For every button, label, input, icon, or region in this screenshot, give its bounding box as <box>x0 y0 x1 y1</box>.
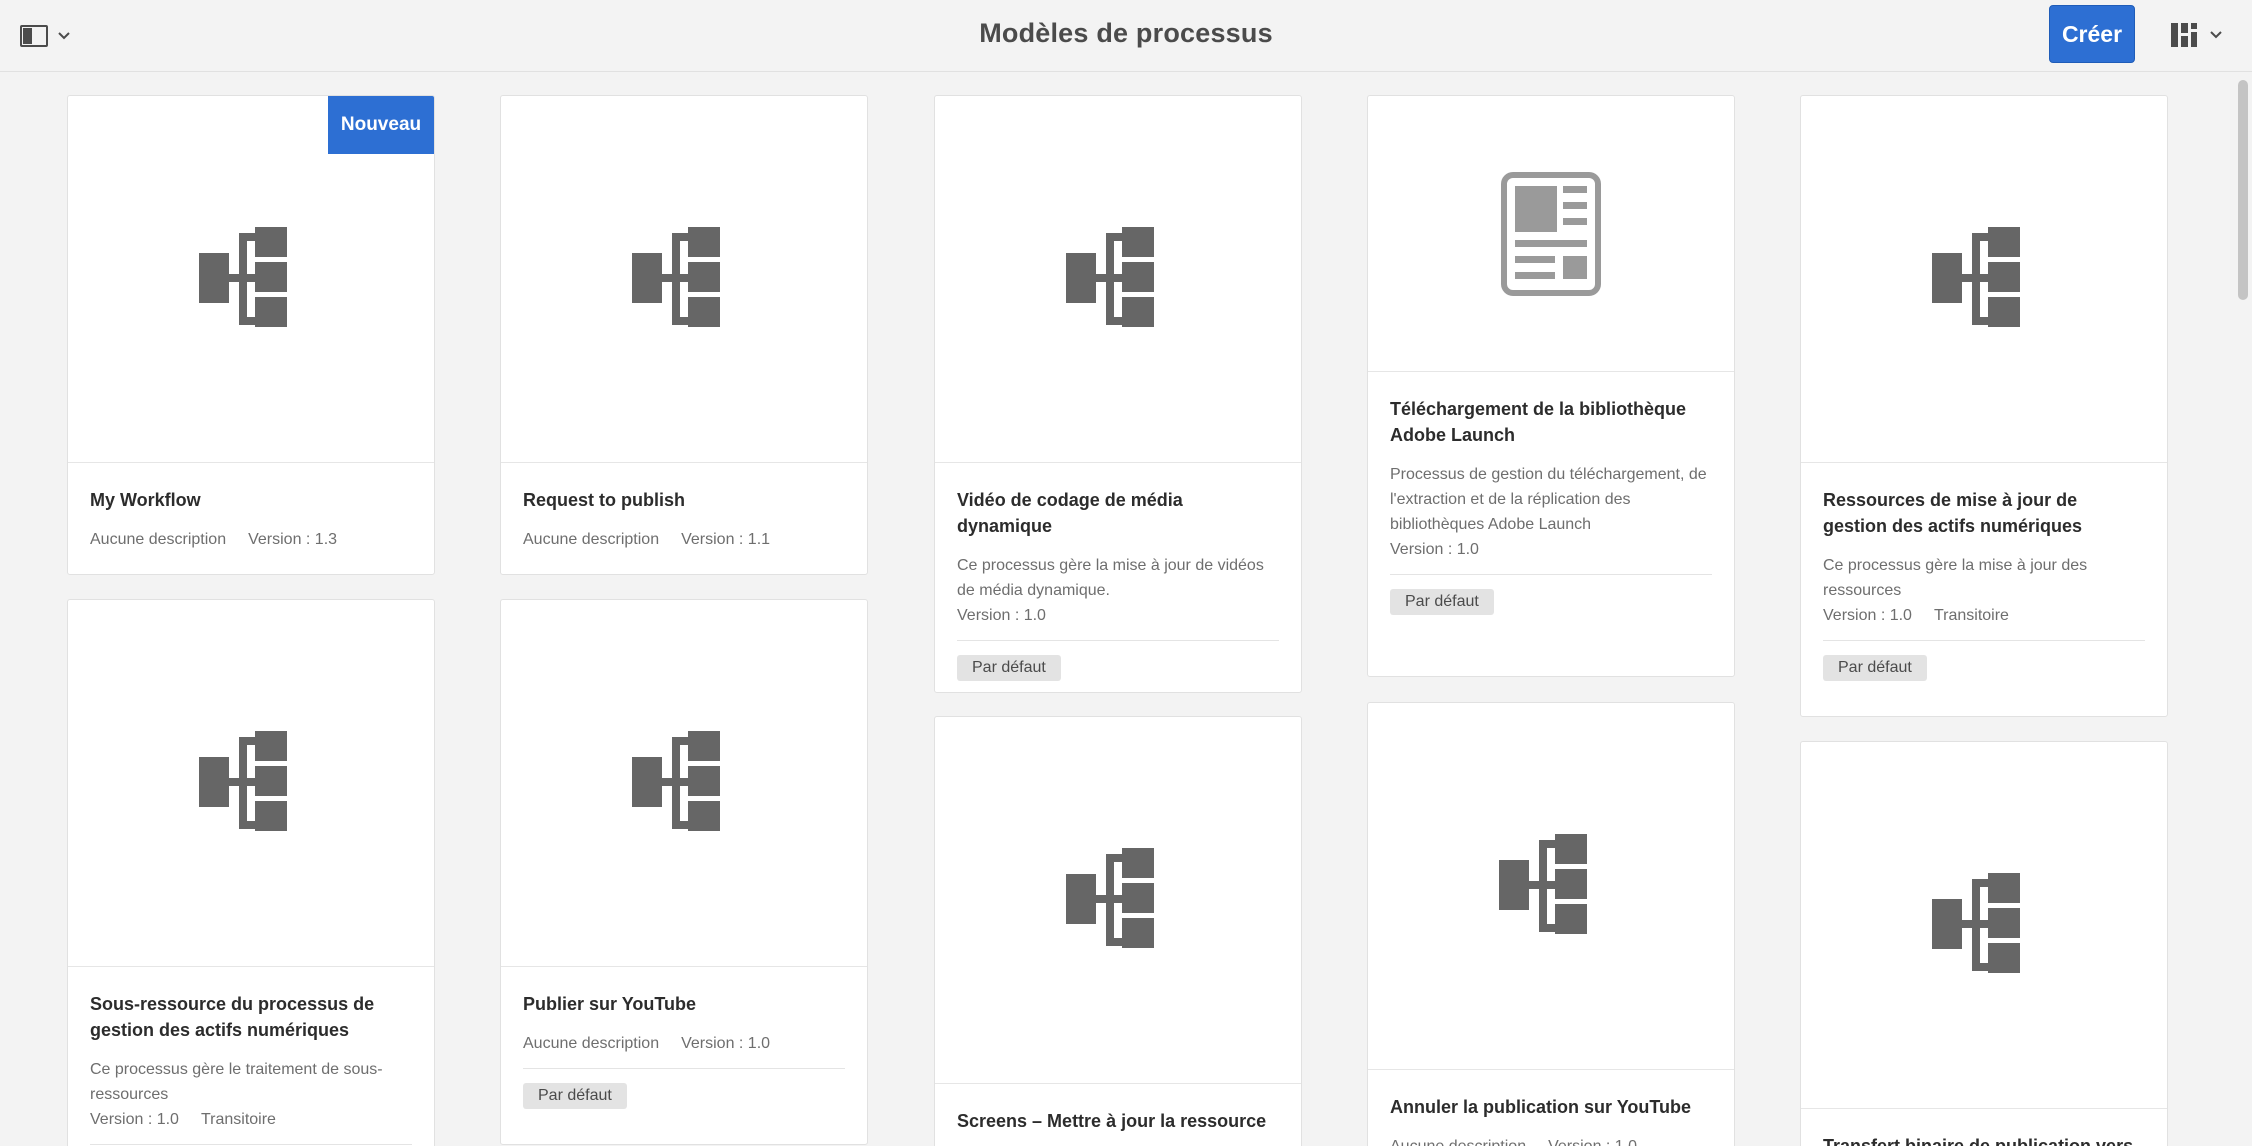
card-version: Version : 1.0 <box>1823 607 1912 624</box>
card-thumbnail <box>935 717 1301 1084</box>
workflow-icon <box>632 731 720 831</box>
card-title: Vidéo de codage de média dynamique <box>957 490 1183 536</box>
card-thumbnail: Nouveau <box>68 96 434 463</box>
card-divider <box>1823 640 2145 641</box>
document-icon <box>1501 171 1601 296</box>
card-description: Aucune description <box>523 1035 660 1052</box>
card-title: Ressources de mise à jour de gestion des… <box>1823 490 2083 536</box>
card-thumbnail <box>1368 703 1734 1070</box>
card-thumbnail <box>501 96 867 463</box>
workflow-icon <box>632 227 720 327</box>
workflow-card[interactable]: Request to publish Aucune description Ver… <box>500 95 868 575</box>
card-meta: Aucune description Version : 1.3 <box>90 527 412 552</box>
card-meta: Processus de gestion du téléchargement, … <box>1390 462 1712 562</box>
workflow-card[interactable]: Annuler la publication sur YouTube Aucun… <box>1367 702 1735 1146</box>
page-title: Modèles de processus <box>979 18 1273 48</box>
workflow-icon <box>199 227 287 327</box>
card-thumbnail <box>501 600 867 967</box>
card-description: Processus de gestion du téléchargement, … <box>1390 466 1707 533</box>
workflow-icon <box>1932 873 2020 973</box>
card-thumbnail <box>68 600 434 967</box>
card-meta: Ce processus gère la mise à jour des res… <box>1823 553 2145 628</box>
top-bar: Modèles de processus Créer <box>0 0 2252 72</box>
workflow-card[interactable]: Publier sur YouTube Aucune description Ve… <box>500 599 868 1145</box>
workflow-card[interactable]: Ressources de mise à jour de gestion des… <box>1800 95 2168 717</box>
card-version: Version : 1.0 <box>957 607 1046 624</box>
card-meta: Aucune description Version : 1.1 <box>523 527 845 552</box>
workflow-icon <box>1066 848 1154 948</box>
card-description: Aucune description <box>90 531 227 548</box>
card-divider <box>957 640 1279 641</box>
card-version: Version : 1.0 <box>1390 541 1479 558</box>
card-divider <box>1390 574 1712 575</box>
card-version: Version : 1.0 <box>90 1111 179 1128</box>
card-version: Version : 1.0 <box>681 1035 771 1052</box>
card-thumbnail <box>1801 96 2167 463</box>
card-meta: Aucune description Version : 1.0 <box>523 1031 845 1056</box>
card-meta: Aucune description Version : 1.0 <box>1390 1134 1712 1146</box>
card-meta: Ce processus gère le traitement de sous-… <box>90 1057 412 1132</box>
card-version: Version : 1.0 <box>1548 1138 1637 1146</box>
card-version: Version : 1.3 <box>248 531 338 548</box>
card-title: Request to publish <box>523 490 685 510</box>
card-thumbnail <box>1368 96 1734 372</box>
card-title: Screens – Mettre à jour la ressource <box>957 1111 1267 1131</box>
card-meta: Ce processus gère la mise à jour de vidé… <box>957 553 1279 628</box>
card-title: Annuler la publication sur YouTube <box>1390 1097 1692 1117</box>
card-title: Transfert binaire de publication vers <box>1823 1136 2134 1146</box>
card-status: Transitoire <box>200 1111 276 1128</box>
workflow-icon <box>1066 227 1154 327</box>
card-description: Ce processus gère le traitement de sous-… <box>90 1061 383 1103</box>
card-version: Version : 1.1 <box>681 531 771 548</box>
card-divider <box>523 1068 845 1069</box>
view-switcher[interactable] <box>2170 20 2234 50</box>
card-description: Ce processus gère la mise à jour des res… <box>1823 557 2088 599</box>
card-title: My Workflow <box>90 490 201 510</box>
workflow-card[interactable]: Nouveau My Workflow Aucune description Ve… <box>67 95 435 575</box>
default-tag: Par défaut <box>523 1083 627 1109</box>
card-description: Aucune description <box>1390 1138 1526 1146</box>
card-title: Publier sur YouTube <box>523 994 697 1014</box>
default-tag: Par défaut <box>1390 589 1494 615</box>
workflow-card[interactable]: Vidéo de codage de média dynamique Ce pr… <box>934 95 1302 693</box>
card-view-icon <box>2171 23 2197 47</box>
card-description: Aucune description <box>523 531 660 548</box>
default-tag: Par défaut <box>1823 655 1927 681</box>
workflow-card[interactable]: Sous-ressource du processus de gestion d… <box>67 599 435 1146</box>
card-thumbnail <box>935 96 1301 463</box>
chevron-down-icon <box>2210 31 2222 39</box>
create-button[interactable]: Créer <box>2049 5 2135 63</box>
card-divider <box>90 1144 412 1145</box>
workflow-icon <box>199 731 287 831</box>
workflow-card[interactable]: Téléchargement de la bibliothèque Adobe … <box>1367 95 1735 677</box>
workflow-icon <box>1499 834 1587 934</box>
workflow-icon <box>1932 227 2020 327</box>
workflow-card[interactable]: Screens – Mettre à jour la ressource <box>934 716 1302 1146</box>
scrollbar-thumb[interactable] <box>2238 80 2248 300</box>
card-title: Sous-ressource du processus de gestion d… <box>90 994 375 1040</box>
new-badge: Nouveau <box>328 96 434 154</box>
workflow-card[interactable]: Transfert binaire de publication vers <box>1800 741 2168 1146</box>
card-title: Téléchargement de la bibliothèque Adobe … <box>1390 399 1687 445</box>
card-description: Ce processus gère la mise à jour de vidé… <box>957 557 1264 599</box>
default-tag: Par défaut <box>957 655 1061 681</box>
card-thumbnail <box>1801 742 2167 1109</box>
card-status: Transitoire <box>1933 607 2009 624</box>
